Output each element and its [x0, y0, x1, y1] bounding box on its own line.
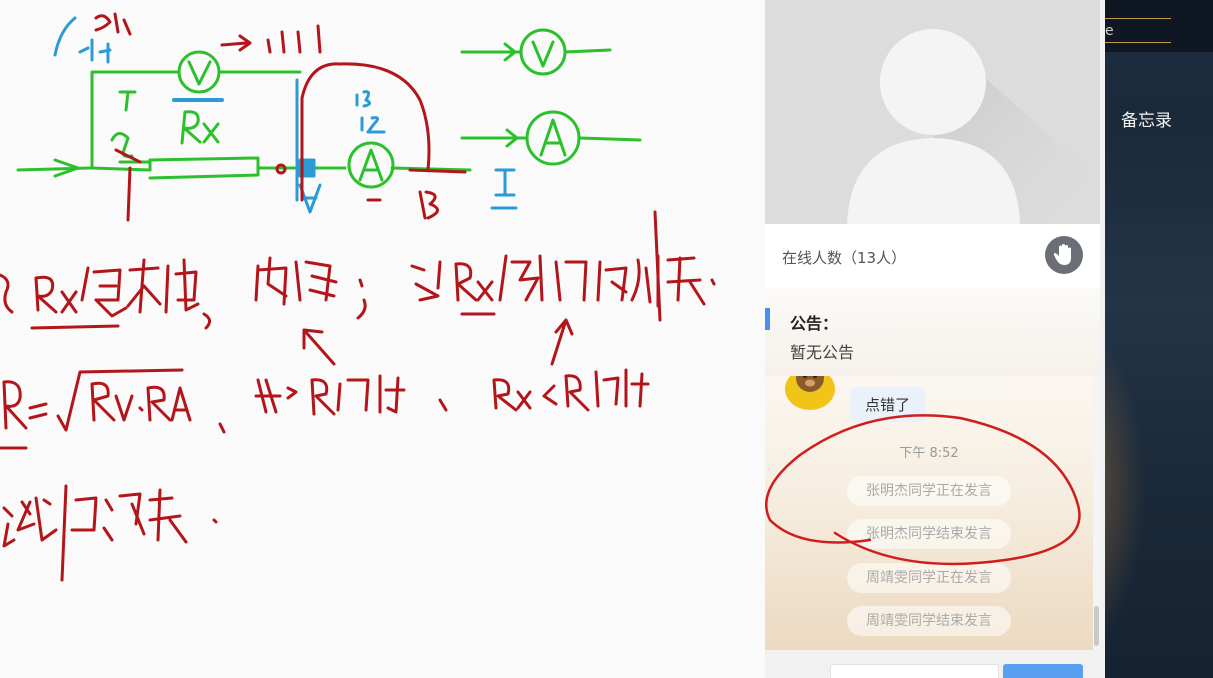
emoji-button[interactable] [783, 670, 811, 678]
system-message: 周靖雯同学正在发言 [847, 563, 1011, 593]
right-top-strip: e [1105, 0, 1213, 52]
notice-board: 公告： 暂无公告 [765, 288, 1100, 376]
handwriting-drawing [0, 12, 716, 582]
gold-divider [1105, 42, 1171, 43]
online-count-bar: 在线人数（13人） [765, 224, 1100, 289]
chat-message-bubble: 点错了 [850, 387, 926, 422]
send-button[interactable] [1003, 664, 1083, 678]
online-count: 在线人数（13人） [782, 249, 907, 267]
notice-title: 公告： [790, 314, 839, 333]
whiteboard [0, 0, 765, 678]
classroom-panel: 在线人数（13人） 公告： 暂无公告 点错了 下午 8:52 张明杰同学正在发言… [765, 0, 1105, 678]
notice-accent-bar [765, 308, 770, 330]
user-avatar[interactable] [785, 376, 835, 410]
system-message: 张明杰同学正在发言 [847, 476, 1011, 506]
background-glow [1105, 330, 1145, 650]
chat-scrollbar-thumb[interactable] [1094, 606, 1099, 646]
chat-timestamp: 下午 8:52 [899, 446, 959, 461]
bear-avatar-icon [796, 376, 824, 392]
chat-input-row [765, 650, 1100, 678]
default-avatar-icon [847, 29, 1100, 224]
gold-divider [1105, 18, 1171, 19]
chat-scrollbar[interactable] [1093, 376, 1100, 650]
chat-input[interactable] [830, 664, 999, 678]
notice-body: 暂无公告 [790, 343, 855, 362]
edge-text: e [1105, 23, 1114, 39]
memo-button[interactable]: 备忘录 [1121, 106, 1172, 131]
chat-list: 点错了 下午 8:52 张明杰同学正在发言 张明杰同学结束发言 周靖雯同学正在发… [765, 376, 1100, 650]
system-message: 周靖雯同学结束发言 [847, 606, 1011, 636]
right-sidebar: e 备忘录 [1105, 0, 1213, 678]
raise-hand-icon [1053, 244, 1071, 265]
raise-hand-button[interactable] [1045, 236, 1083, 274]
video-area [765, 0, 1100, 224]
system-message: 张明杰同学结束发言 [847, 519, 1011, 549]
